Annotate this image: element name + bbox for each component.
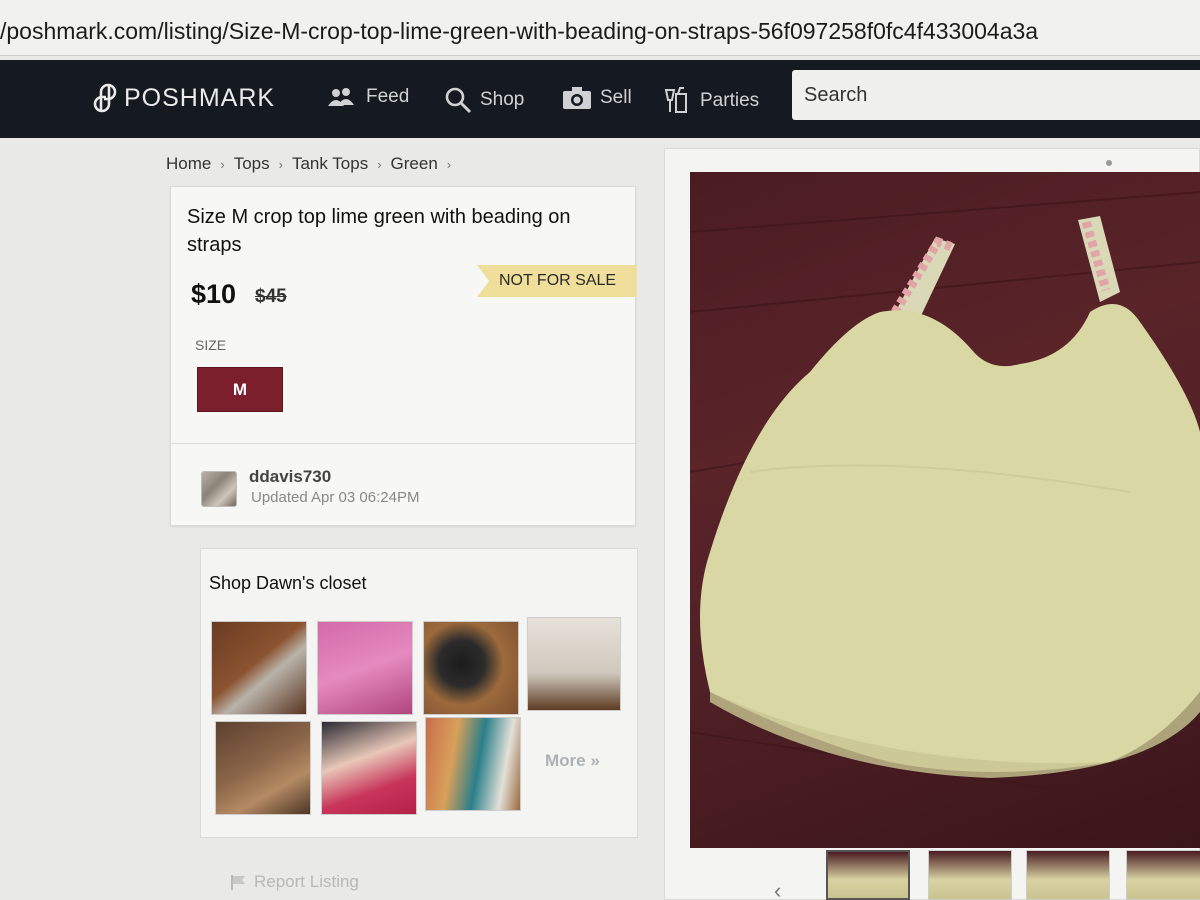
closet-item-thumbnail[interactable] — [527, 617, 621, 711]
closet-item-thumbnail[interactable] — [211, 621, 307, 715]
listing-price: $10 — [191, 279, 237, 309]
nav-shop[interactable]: Shop — [444, 86, 524, 114]
crop-top-illustration — [690, 191, 1200, 813]
closet-item-thumbnail[interactable] — [321, 721, 417, 815]
original-price: $45 — [255, 286, 287, 307]
breadcrumb-separator: › — [220, 156, 225, 172]
site-header: POSHMARK Feed Shop Sell Parties Search — [0, 60, 1200, 138]
photo-thumbnail[interactable] — [928, 850, 1012, 900]
seller-avatar[interactable] — [201, 471, 237, 507]
card-divider — [171, 443, 637, 444]
photo-thumbnail-selected[interactable] — [826, 850, 910, 900]
nav-sell[interactable]: Sell — [562, 86, 632, 110]
poshmark-logo[interactable]: POSHMARK — [92, 82, 275, 114]
size-button-m[interactable]: M — [197, 367, 283, 412]
photo-thumbnail[interactable] — [1026, 850, 1110, 900]
search-icon — [445, 87, 472, 114]
closet-item-thumbnail[interactable] — [215, 721, 311, 815]
breadcrumb-green[interactable]: Green — [391, 154, 438, 174]
breadcrumb: Home › Tops › Tank Tops › Green › — [166, 154, 454, 174]
report-listing-label: Report Listing — [254, 872, 359, 891]
closet-title: Shop Dawn's closet — [209, 573, 367, 593]
people-icon — [328, 88, 354, 106]
chevron-left-icon[interactable]: ‹ — [774, 878, 781, 900]
photo-thumbnail[interactable] — [1126, 850, 1200, 900]
updated-timestamp: Updated Apr 03 06:24PM — [251, 489, 420, 506]
breadcrumb-separator: › — [446, 156, 452, 172]
closet-item-thumbnail[interactable] — [423, 621, 519, 715]
nav-parties-label: Parties — [700, 90, 760, 111]
closet-card: Shop Dawn's closet More » — [200, 548, 638, 838]
listing-card: Size M crop top lime green with beading … — [170, 186, 637, 526]
breadcrumb-separator: › — [278, 156, 283, 172]
camera-dot — [1106, 160, 1112, 166]
report-listing-link[interactable]: Report Listing — [230, 872, 359, 892]
breadcrumb-separator: › — [377, 156, 382, 172]
nav-feed[interactable]: Feed — [326, 86, 409, 108]
not-for-sale-badge: NOT FOR SALE — [477, 265, 637, 297]
camera-icon — [563, 87, 591, 109]
closet-item-thumbnail[interactable] — [317, 621, 413, 715]
search-input[interactable]: Search — [792, 70, 1200, 120]
listing-title: Size M crop top lime green with beading … — [187, 206, 571, 256]
nav-parties[interactable]: Parties — [662, 86, 759, 116]
address-bar[interactable]: /poshmark.com/listing/Size-M-crop-top-li… — [0, 0, 1200, 56]
seller-username[interactable]: ddavis730 — [249, 467, 331, 487]
party-icon — [664, 87, 687, 113]
breadcrumb-home[interactable]: Home — [166, 154, 211, 174]
closet-item-thumbnail[interactable] — [425, 717, 521, 811]
more-link[interactable]: More » — [545, 751, 600, 771]
breadcrumb-tank-tops[interactable]: Tank Tops — [292, 154, 368, 174]
nav-shop-label: Shop — [480, 89, 525, 110]
breadcrumb-tops[interactable]: Tops — [234, 154, 270, 174]
size-label: SIZE — [195, 337, 227, 353]
url-text[interactable]: /poshmark.com/listing/Size-M-crop-top-li… — [0, 18, 1038, 45]
poshmark-logo-icon — [93, 83, 117, 113]
nav-feed-label: Feed — [366, 86, 410, 107]
product-photo[interactable] — [690, 172, 1200, 848]
flag-icon — [231, 875, 245, 890]
logo-text: POSHMARK — [124, 83, 276, 112]
nav-sell-label: Sell — [600, 87, 632, 108]
